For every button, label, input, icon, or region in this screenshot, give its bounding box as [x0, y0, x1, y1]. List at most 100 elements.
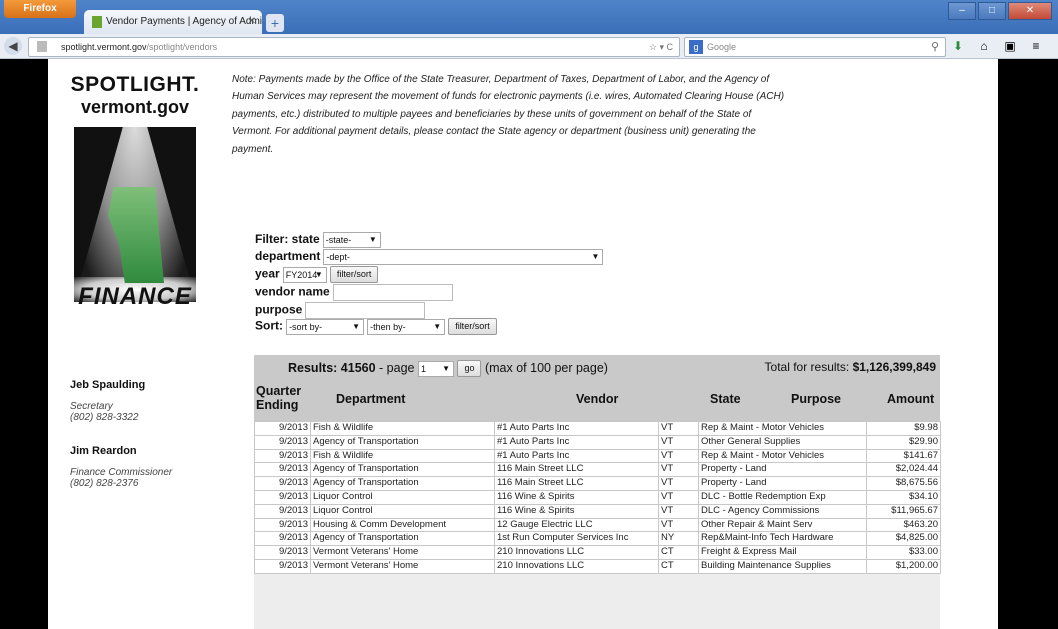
cell-department: Agency of Transportation — [310, 434, 495, 450]
department-select[interactable]: -dept- ▼ — [323, 249, 604, 266]
cell-department: Agency of Transportation — [310, 462, 495, 478]
table-row: 9/2013 Vermont Veterans' Home 210 Innovati… — [254, 545, 941, 560]
table-row: 9/2013 Agency of Transportation 1st Run Co… — [254, 531, 941, 547]
search-icon[interactable]: ⚲ — [931, 38, 939, 56]
cell-quarter: 9/2013 — [254, 489, 311, 505]
contact-title: Finance Commissioner — [70, 467, 173, 478]
cell-vendor: #1 Auto Parts Inc — [494, 421, 659, 436]
browser-tab[interactable]: Vendor Payments | Agency of Administr...… — [84, 10, 262, 34]
cell-purpose: Rep&Maint-Info Tech Hardware — [698, 531, 867, 547]
chevron-down-icon: ▼ — [368, 235, 377, 245]
cell-department: Vermont Veterans' Home — [310, 545, 495, 560]
col-purpose[interactable]: Purpose — [791, 392, 841, 406]
vendor-name-input[interactable] — [332, 284, 453, 301]
contact-phone: (802) 828-3322 — [70, 412, 139, 423]
chevron-down-icon: ▼ — [314, 269, 323, 279]
spotlight-logo[interactable]: SPOTLIGHT. vermont.gov FINANCE — [60, 67, 210, 310]
google-icon[interactable]: g — [689, 40, 703, 54]
cell-purpose: Building Maintenance Supplies — [698, 558, 867, 574]
cell-amount: $33.00 — [866, 545, 941, 560]
cell-state: CT — [658, 558, 699, 574]
col-department[interactable]: Department — [336, 392, 405, 406]
year-label: year — [255, 266, 280, 281]
new-tab-button[interactable]: + — [266, 14, 284, 32]
cell-quarter: 9/2013 — [254, 503, 311, 519]
cell-purpose: DLC - Agency Commissions — [698, 503, 867, 519]
contact-name: Jim Reardon — [70, 445, 137, 457]
sort-label: Sort: — [255, 318, 283, 333]
cell-amount: $4,825.00 — [866, 531, 941, 547]
table-row: 9/2013 Liquor Control 116 Wine & Spirits VT… — [254, 503, 941, 519]
cell-vendor: 12 Gauge Electric LLC — [494, 517, 659, 533]
cell-state: VT — [658, 517, 699, 533]
then-by-select[interactable]: -then by- ▼ — [367, 318, 446, 335]
filter-sort-button[interactable]: filter/sort — [329, 266, 379, 283]
year-select[interactable]: FY2014 ▼ — [282, 266, 327, 283]
cell-state: VT — [658, 476, 699, 491]
column-headers: Quarter Ending Department Vendor State P… — [254, 381, 940, 421]
cell-department: Liquor Control — [310, 503, 495, 519]
site-identity-icon[interactable] — [37, 41, 47, 52]
cell-state: VT — [658, 434, 699, 450]
payments-note: Note: Payments made by the Office of the… — [232, 74, 785, 155]
back-arrow-icon[interactable]: ◀ — [4, 37, 22, 55]
cell-amount: $9.98 — [866, 421, 941, 436]
cell-quarter: 9/2013 — [254, 434, 311, 450]
table-row: 9/2013 Vermont Veterans' Home 210 Innovati… — [254, 558, 941, 574]
results-count: Results: 41560 — [288, 360, 376, 375]
cell-quarter: 9/2013 — [254, 476, 311, 491]
table-row: 9/2013 Agency of Transportation 116 Main S… — [254, 476, 941, 491]
results-panel: Results: 41560 - page 1 ▼ go (max of 100 … — [254, 355, 941, 629]
cell-state: NY — [658, 531, 699, 547]
cell-purpose: Other General Supplies — [698, 434, 867, 450]
page-select[interactable]: 1 ▼ — [417, 360, 454, 377]
menu-icon[interactable]: ≡ — [1028, 37, 1044, 55]
reload-icon[interactable]: ☆ ▾ C — [649, 38, 673, 56]
firefox-menu-button[interactable]: Firefox — [4, 0, 76, 18]
contact-title: Secretary — [70, 401, 113, 412]
col-quarter[interactable]: Quarter Ending — [256, 384, 302, 412]
results-header: Results: 41560 - page 1 ▼ go (max of 100 … — [254, 355, 940, 381]
finance-label: FINANCE — [78, 283, 192, 310]
search-bar[interactable]: g Google ⚲ — [684, 37, 946, 57]
page-label: - page — [379, 360, 415, 375]
col-amount[interactable]: Amount — [887, 392, 934, 406]
cell-amount: $141.67 — [866, 448, 941, 464]
filter-sort-button-2[interactable]: filter/sort — [448, 318, 497, 335]
cell-state: VT — [658, 421, 699, 436]
maximize-icon[interactable]: □ — [978, 2, 1006, 20]
col-vendor[interactable]: Vendor — [576, 392, 618, 406]
cell-department: Housing & Comm Development — [310, 517, 495, 533]
cell-purpose: Property - Land — [698, 462, 867, 478]
table-row: 9/2013 Fish & Wildlife #1 Auto Parts Inc VT… — [254, 421, 941, 436]
minimize-icon[interactable]: – — [948, 2, 976, 20]
cell-quarter: 9/2013 — [254, 517, 311, 533]
sort-by-select[interactable]: -sort by- ▼ — [286, 318, 365, 335]
url-bar[interactable]: spotlight.vermont.gov/spotlight/vendors … — [28, 37, 680, 57]
table-row: 9/2013 Agency of Transportation 116 Main S… — [254, 462, 941, 478]
cell-amount: $34.10 — [866, 489, 941, 505]
total-label: Total for results: — [764, 360, 850, 374]
close-window-icon[interactable]: ✕ — [1008, 2, 1052, 20]
go-button[interactable]: go — [457, 360, 482, 377]
cell-amount: $29.90 — [866, 434, 941, 450]
bookmarks-icon[interactable]: ▣ — [1002, 37, 1018, 55]
filter-state-label: Filter: state — [255, 232, 320, 246]
purpose-input[interactable] — [305, 302, 426, 319]
contacts-sidebar: Jeb Spaulding Secretary (802) 828-3322 J… — [70, 379, 172, 489]
download-icon[interactable]: ⬇ — [950, 37, 966, 55]
spotlight-art — [74, 127, 196, 302]
close-tab-icon[interactable]: ✕ — [248, 10, 256, 34]
cell-quarter: 9/2013 — [254, 545, 311, 560]
logo-title: SPOTLIGHT. — [70, 73, 200, 96]
results-table: 9/2013 Fish & Wildlife #1 Auto Parts Inc VT… — [254, 421, 941, 574]
cell-vendor: 210 Innovations LLC — [494, 545, 659, 560]
state-select[interactable]: -state- ▼ — [322, 232, 381, 249]
table-row: 9/2013 Liquor Control 116 Wine & Spirits VT… — [254, 489, 941, 505]
cell-amount: $1,200.00 — [866, 558, 941, 574]
browser-titlebar: Firefox Vendor Payments | Agency of Admi… — [0, 0, 1058, 34]
cell-quarter: 9/2013 — [254, 462, 311, 478]
page-content: SPOTLIGHT. vermont.gov FINANCE Note: Pay… — [48, 59, 998, 629]
col-state[interactable]: State — [710, 392, 741, 406]
home-icon[interactable]: ⌂ — [976, 37, 992, 55]
